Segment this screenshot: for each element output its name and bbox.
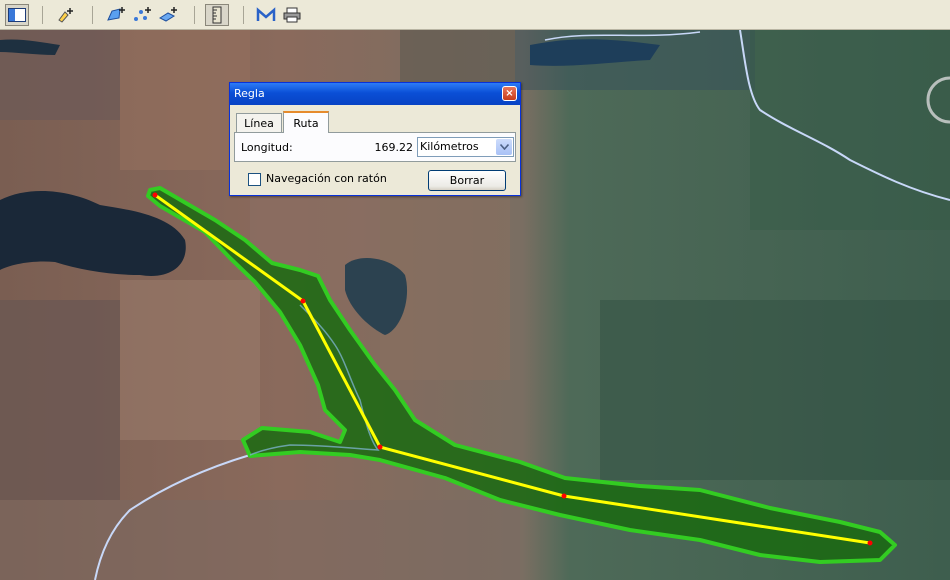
toolbar-separator bbox=[194, 6, 195, 24]
terrain-tile bbox=[600, 300, 950, 480]
add-overlay-button[interactable] bbox=[156, 4, 180, 26]
add-polygon-button[interactable] bbox=[104, 4, 128, 26]
print-icon bbox=[283, 7, 301, 23]
print-button[interactable] bbox=[280, 4, 304, 26]
path-vertex[interactable] bbox=[300, 298, 306, 304]
path-vertex[interactable] bbox=[377, 444, 383, 450]
sidebar-toggle-button[interactable] bbox=[5, 4, 29, 26]
unit-select[interactable]: Kilómetros bbox=[417, 137, 514, 157]
add-polygon-icon bbox=[107, 7, 125, 21]
email-button[interactable] bbox=[254, 4, 278, 26]
path-vertex[interactable] bbox=[561, 493, 567, 499]
add-path-icon bbox=[134, 7, 151, 21]
terrain-tile bbox=[750, 30, 950, 230]
toolbar-separator bbox=[42, 6, 43, 24]
add-placemark-icon bbox=[58, 8, 73, 23]
tab-linea[interactable]: Línea bbox=[236, 113, 282, 133]
chevron-down-icon[interactable] bbox=[496, 139, 512, 155]
add-overlay-icon bbox=[158, 7, 177, 22]
path-vertex[interactable] bbox=[152, 192, 158, 198]
ruler-dialog: Regla × Línea Ruta Longitud: 169.22 Kiló… bbox=[229, 82, 521, 196]
sidebar-toggle-icon bbox=[8, 8, 26, 22]
tab-ruta[interactable]: Ruta bbox=[283, 111, 329, 133]
length-label: Longitud: bbox=[241, 141, 293, 154]
add-path-button[interactable] bbox=[130, 4, 154, 26]
terrain-tile bbox=[120, 280, 260, 440]
terrain-tile bbox=[0, 300, 120, 500]
toolbar-separator bbox=[243, 6, 244, 24]
unit-select-value: Kilómetros bbox=[420, 140, 479, 153]
ruler-icon bbox=[212, 6, 222, 24]
terrain-tile bbox=[0, 500, 520, 580]
ruler-button[interactable] bbox=[205, 4, 229, 26]
toolbar-separator bbox=[92, 6, 93, 24]
tab-panel: Longitud: 169.22 Kilómetros bbox=[234, 132, 516, 162]
toolbar bbox=[0, 0, 950, 30]
mouse-navigation-checkbox[interactable] bbox=[248, 173, 261, 186]
dialog-title: Regla bbox=[234, 87, 265, 100]
dialog-title-bar[interactable]: Regla × bbox=[230, 83, 520, 105]
email-icon bbox=[256, 7, 276, 21]
path-vertex[interactable] bbox=[867, 540, 873, 546]
length-value: 169.22 bbox=[374, 141, 414, 154]
clear-button[interactable]: Borrar bbox=[428, 170, 506, 191]
add-placemark-button[interactable] bbox=[54, 4, 78, 26]
mouse-navigation-label: Navegación con ratón bbox=[266, 172, 387, 185]
close-icon: × bbox=[505, 88, 514, 99]
close-button[interactable]: × bbox=[502, 86, 517, 101]
